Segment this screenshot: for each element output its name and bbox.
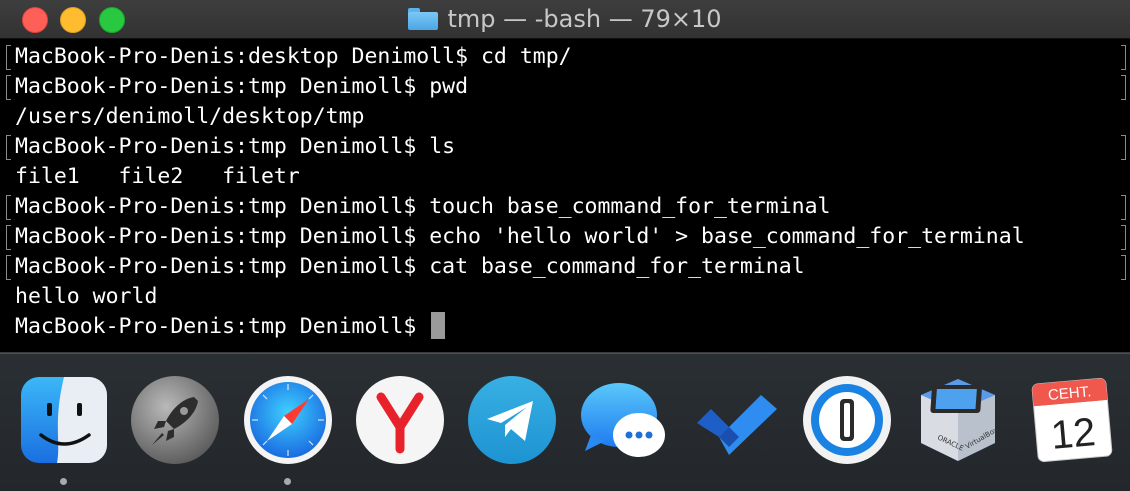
window-title: tmp — -bash — 79×10 bbox=[447, 5, 722, 33]
calendar-day-label: 12 bbox=[1049, 410, 1097, 458]
text-cursor bbox=[431, 312, 446, 339]
terminal-line: /users/denimoll/desktop/tmp bbox=[15, 104, 365, 129]
yandex-icon bbox=[356, 376, 444, 464]
folder-icon bbox=[408, 8, 439, 30]
terminal-line: hello world bbox=[15, 284, 158, 309]
dock-app-messages[interactable] bbox=[577, 373, 671, 467]
dock-app-safari[interactable] bbox=[241, 373, 335, 467]
checkmark-icon bbox=[697, 395, 777, 455]
dock-app-calendar[interactable]: СЕНТ. 12 bbox=[1025, 373, 1119, 467]
dock: ORACLE VirtualBox СЕНТ. 12 bbox=[0, 353, 1130, 491]
terminal-line: MacBook-Pro-Denis:tmp Denimoll$ touch ba… bbox=[0, 192, 1130, 222]
finder-icon bbox=[21, 377, 107, 463]
dock-app-microsoft-todo[interactable] bbox=[689, 373, 783, 467]
calendar-icon: СЕНТ. 12 bbox=[1031, 377, 1113, 463]
paper-plane-icon bbox=[468, 376, 556, 464]
terminal-line: file1 file2 filetr bbox=[15, 164, 300, 189]
terminal-line: MacBook-Pro-Denis:tmp Denimoll$ pwd bbox=[0, 72, 1130, 102]
dock-app-yandex-browser[interactable] bbox=[353, 373, 447, 467]
running-indicator bbox=[284, 478, 291, 485]
terminal-window: tmp — -bash — 79×10 MacBook-Pro-Denis:de… bbox=[0, 0, 1130, 353]
dock-app-1password[interactable] bbox=[800, 373, 894, 467]
terminal-prompt-line[interactable]: MacBook-Pro-Denis:tmp Denimoll$ bbox=[0, 312, 1130, 342]
prompt-text: MacBook-Pro-Denis:tmp Denimoll$ bbox=[15, 314, 430, 339]
terminal-content[interactable]: MacBook-Pro-Denis:desktop Denimoll$ cd t… bbox=[0, 42, 1130, 347]
chat-bubble-icon bbox=[581, 383, 665, 457]
dock-app-telegram[interactable] bbox=[465, 373, 559, 467]
keyhole-icon bbox=[803, 376, 891, 464]
running-indicator bbox=[60, 478, 67, 485]
title-bar[interactable]: tmp — -bash — 79×10 bbox=[0, 0, 1130, 39]
window-title-group: tmp — -bash — 79×10 bbox=[0, 0, 1130, 38]
dock-app-launchpad[interactable] bbox=[128, 373, 222, 467]
virtualbox-cube-icon: ORACLE VirtualBox bbox=[921, 379, 999, 461]
compass-icon bbox=[244, 376, 332, 464]
dock-app-finder[interactable] bbox=[17, 373, 111, 467]
rocket-icon bbox=[131, 376, 219, 464]
dock-app-virtualbox[interactable]: ORACLE VirtualBox bbox=[911, 373, 1005, 467]
terminal-line: MacBook-Pro-Denis:tmp Denimoll$ ls bbox=[0, 132, 1130, 162]
terminal-line: MacBook-Pro-Denis:tmp Denimoll$ echo 'he… bbox=[0, 222, 1130, 252]
terminal-line: MacBook-Pro-Denis:tmp Denimoll$ cat base… bbox=[0, 252, 1130, 282]
terminal-line: MacBook-Pro-Denis:desktop Denimoll$ cd t… bbox=[0, 42, 1130, 72]
